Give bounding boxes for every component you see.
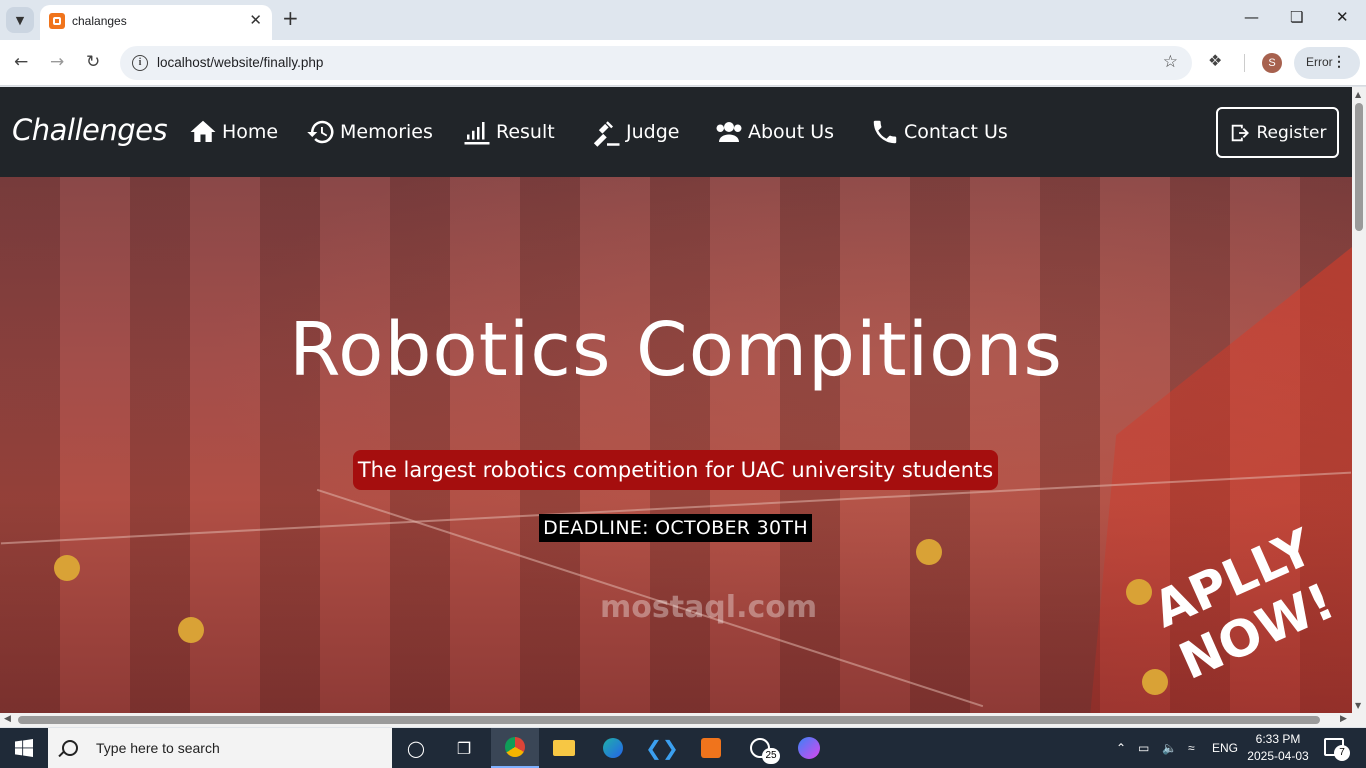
register-button[interactable]: Register <box>1216 107 1339 158</box>
tab-title: chalanges <box>72 14 127 28</box>
nav-about-us-label: About Us <box>748 121 835 143</box>
nav-result-label: Result <box>496 121 555 143</box>
whatsapp-badge: 25 <box>762 748 780 764</box>
file-explorer-icon[interactable] <box>540 728 588 768</box>
search-icon <box>62 740 78 756</box>
xampp-icon[interactable] <box>687 728 735 768</box>
battery-icon[interactable]: ▭ <box>1138 728 1149 768</box>
browser-tab[interactable]: chalanges ✕ <box>40 5 272 40</box>
browser-toolbar: ← → ↻ i localhost/website/finally.php ☆ … <box>0 40 1366 86</box>
hero-title: Robotics Compitions <box>289 307 1063 393</box>
nav-result[interactable]: Result <box>462 117 555 147</box>
nav-judge[interactable]: Judge <box>592 117 679 147</box>
hero-ball <box>54 555 80 581</box>
extensions-icon[interactable]: ❖ <box>1208 51 1222 70</box>
chrome-taskbar-icon[interactable] <box>491 728 539 768</box>
task-view-icon[interactable]: ❐ <box>440 728 488 768</box>
register-label: Register <box>1256 122 1327 143</box>
tab-search-button[interactable]: ▼ <box>6 7 34 33</box>
vertical-scrollbar[interactable]: ▲ ▼ <box>1352 87 1366 713</box>
nav-contact-us-label: Contact Us <box>904 121 1008 143</box>
site-navbar: Challenges Home Memories Result Judge Ab… <box>0 87 1352 177</box>
taskbar-search-placeholder: Type here to search <box>96 740 220 756</box>
bookmark-star-icon[interactable]: ☆ <box>1163 52 1178 72</box>
scroll-right-icon[interactable]: ▶ <box>1340 714 1347 724</box>
toolbar-separator <box>1244 54 1245 72</box>
horizontal-scroll-thumb[interactable] <box>18 716 1320 724</box>
forward-icon[interactable]: → <box>50 52 64 72</box>
windows-logo-icon <box>15 739 33 757</box>
vscode-icon[interactable]: ❮❯ <box>638 728 686 768</box>
scroll-up-icon[interactable]: ▲ <box>1355 90 1361 99</box>
hero-section: Robotics Compitions The largest robotics… <box>0 177 1352 713</box>
horizontal-scrollbar[interactable]: ◀ ▶ <box>0 713 1366 727</box>
url-text[interactable]: localhost/website/finally.php <box>157 55 323 70</box>
users-icon <box>716 122 742 142</box>
start-button[interactable] <box>0 728 48 768</box>
site-brand[interactable]: Challenges <box>12 113 168 147</box>
error-label: Error <box>1306 55 1333 69</box>
back-icon[interactable]: ← <box>14 52 28 72</box>
hero-ball <box>916 539 942 565</box>
messenger-icon[interactable] <box>785 728 833 768</box>
wifi-icon[interactable]: ≈ <box>1188 728 1195 768</box>
nav-home[interactable]: Home <box>188 117 278 147</box>
notification-center-icon[interactable]: 7 <box>1324 738 1350 761</box>
phone-icon <box>873 120 897 144</box>
nav-about-us[interactable]: About Us <box>714 117 834 147</box>
watermark-logo: mostaql.com <box>600 590 818 625</box>
notification-count: 7 <box>1334 745 1350 761</box>
whatsapp-icon[interactable]: 25 <box>736 728 784 768</box>
nav-judge-label: Judge <box>626 121 680 143</box>
nav-memories-label: Memories <box>340 121 433 143</box>
home-icon <box>190 120 216 142</box>
minimize-icon[interactable]: — <box>1244 8 1259 26</box>
site-info-icon[interactable]: i <box>132 55 148 71</box>
language-indicator[interactable]: ENG <box>1212 728 1238 768</box>
history-icon <box>307 120 334 144</box>
hero-ball <box>178 617 204 643</box>
clock-time: 6:33 PM <box>1255 732 1301 746</box>
login-icon <box>1231 124 1249 141</box>
tab-close-icon[interactable]: ✕ <box>249 11 262 29</box>
browser-tab-bar: ▼ chalanges ✕ + — ❏ ✕ <box>0 0 1366 40</box>
nav-memories[interactable]: Memories <box>306 117 433 147</box>
scroll-left-icon[interactable]: ◀ <box>4 714 11 724</box>
taskbar-clock[interactable]: 6:33 PM 2025-04-03 <box>1240 731 1316 765</box>
hero-tagline: The largest robotics competition for UAC… <box>353 450 998 490</box>
menu-kebab-icon: ⋮ <box>1332 53 1346 69</box>
gavel-icon <box>593 121 620 147</box>
edge-icon[interactable] <box>589 728 637 768</box>
taskbar-search[interactable]: Type here to search <box>48 728 392 768</box>
restore-icon[interactable]: ❏ <box>1290 8 1303 26</box>
deadline-banner: DEADLINE: OCTOBER 30TH <box>539 514 812 542</box>
error-chip-button[interactable]: Error ⋮ <box>1294 47 1360 79</box>
nav-home-label: Home <box>222 121 279 143</box>
new-tab-icon[interactable]: + <box>282 8 299 28</box>
close-window-icon[interactable]: ✕ <box>1336 8 1349 26</box>
cortana-icon[interactable]: ◯ <box>392 728 440 768</box>
xampp-favicon-icon <box>49 13 65 29</box>
tray-chevron-icon[interactable]: ⌃ <box>1116 728 1126 768</box>
windows-taskbar: Type here to search ◯ ❐ ❮❯ 25 ⌃ ▭ 🔈 ≈ EN… <box>0 728 1366 768</box>
reload-icon[interactable]: ↻ <box>86 52 100 72</box>
clock-date: 2025-04-03 <box>1247 749 1309 763</box>
chart-hand-icon <box>464 122 490 145</box>
vertical-scroll-thumb[interactable] <box>1355 103 1363 231</box>
scroll-down-icon[interactable]: ▼ <box>1355 701 1361 710</box>
nav-contact-us[interactable]: Contact Us <box>870 117 1008 147</box>
hero-ball <box>1142 669 1168 695</box>
profile-avatar[interactable]: S <box>1262 53 1282 73</box>
volume-icon[interactable]: 🔈 <box>1162 728 1177 768</box>
address-bar[interactable]: i localhost/website/finally.php ☆ <box>120 46 1192 80</box>
